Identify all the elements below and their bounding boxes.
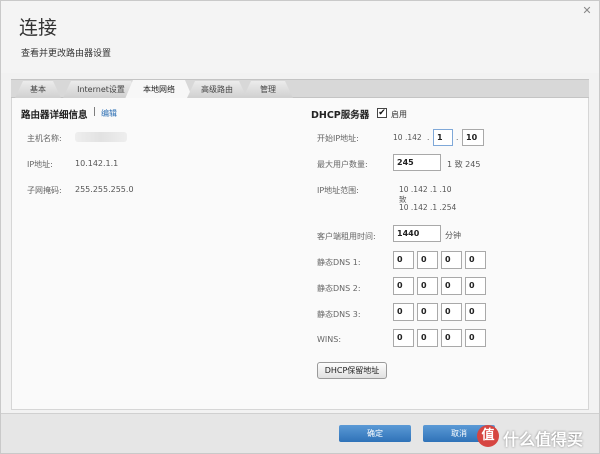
ip-address-label: IP地址:: [27, 160, 53, 169]
dns3-octet-4-input[interactable]: 0: [465, 303, 486, 321]
page-title: 连接: [19, 17, 58, 39]
tab-bar: 基本 Internet设置 本地网络 高级路由 管理: [11, 79, 589, 98]
page-subtitle: 查看并更改路由器设置: [21, 49, 112, 59]
subnet-mask-label: 子网掩码:: [27, 186, 62, 195]
close-icon[interactable]: ✕: [581, 5, 593, 17]
wins-octet-4-input[interactable]: 0: [465, 329, 486, 347]
router-details-heading: 路由器详细信息: [21, 110, 88, 121]
dns1-octet-2-input[interactable]: 0: [417, 251, 438, 269]
static-dns-2-label: 静态DNS 2:: [317, 284, 361, 293]
lease-time-label: 客户端租用时间:: [317, 232, 376, 241]
dns1-octet-4-input[interactable]: 0: [465, 251, 486, 269]
ip-range-start: 10 .142 .1 .10: [399, 185, 452, 194]
start-ip-octet-2: .142: [405, 133, 422, 142]
hostname-value-redacted: [75, 132, 127, 142]
tab-basic[interactable]: 基本: [15, 81, 61, 98]
max-users-input[interactable]: 245: [393, 154, 441, 171]
wins-label: WINS:: [317, 335, 342, 344]
tab-content-panel: [11, 98, 589, 410]
static-dns-3-label: 静态DNS 3:: [317, 310, 361, 319]
hostname-label: 主机名称:: [27, 134, 62, 143]
heading-separator: |: [93, 107, 97, 117]
dns2-octet-2-input[interactable]: 0: [417, 277, 438, 295]
wins-octet-1-input[interactable]: 0: [393, 329, 414, 347]
dns2-octet-4-input[interactable]: 0: [465, 277, 486, 295]
dhcp-reservation-button[interactable]: DHCP保留地址: [317, 362, 387, 379]
start-ip-octet-4-input[interactable]: 10: [462, 129, 484, 146]
max-users-range: 1 致 245: [447, 160, 481, 169]
lease-time-input[interactable]: 1440: [393, 225, 441, 242]
dns1-octet-1-input[interactable]: 0: [393, 251, 414, 269]
start-ip-octet-3-input[interactable]: 1: [433, 129, 453, 146]
dhcp-enabled-checkbox[interactable]: ✔: [377, 108, 387, 118]
dns1-octet-3-input[interactable]: 0: [441, 251, 462, 269]
edit-link[interactable]: 编辑: [101, 108, 117, 119]
ip-range-label: IP地址范围:: [317, 186, 359, 195]
wins-octet-2-input[interactable]: 0: [417, 329, 438, 347]
dns2-octet-3-input[interactable]: 0: [441, 277, 462, 295]
lease-time-unit: 分钟: [445, 231, 461, 240]
start-ip-dot: .: [456, 133, 459, 142]
subnet-mask-value: 255.255.255.0: [75, 185, 134, 194]
ok-button[interactable]: 确定: [339, 425, 411, 442]
static-dns-1-label: 静态DNS 1:: [317, 258, 361, 267]
dns3-octet-1-input[interactable]: 0: [393, 303, 414, 321]
dhcp-enabled-label: 启用: [391, 110, 407, 119]
max-users-label: 最大用户数量:: [317, 160, 368, 169]
start-ip-dot: .: [427, 133, 430, 142]
title-bar: 连接 查看并更改路由器设置 ✕: [1, 1, 599, 73]
watermark-logo-icon: 值: [477, 425, 499, 447]
tab-advanced-routing[interactable]: 高级路由: [187, 81, 247, 98]
ip-address-value: 10.142.1.1: [75, 159, 119, 168]
dns2-octet-1-input[interactable]: 0: [393, 277, 414, 295]
watermark-text: 什么值得买: [503, 430, 584, 449]
wins-octet-3-input[interactable]: 0: [441, 329, 462, 347]
tab-management[interactable]: 管理: [243, 81, 293, 98]
dns3-octet-2-input[interactable]: 0: [417, 303, 438, 321]
start-ip-label: 开始IP地址:: [317, 134, 359, 143]
start-ip-octet-1: 10: [393, 133, 403, 142]
tab-local-network[interactable]: 本地网络: [125, 80, 193, 99]
router-settings-window: 连接 查看并更改路由器设置 ✕ 基本 Internet设置 本地网络 高级路由 …: [0, 0, 600, 454]
dhcp-server-heading: DHCP服务器: [311, 110, 370, 121]
dns3-octet-3-input[interactable]: 0: [441, 303, 462, 321]
ip-range-end: 10 .142 .1 .254: [399, 203, 457, 212]
